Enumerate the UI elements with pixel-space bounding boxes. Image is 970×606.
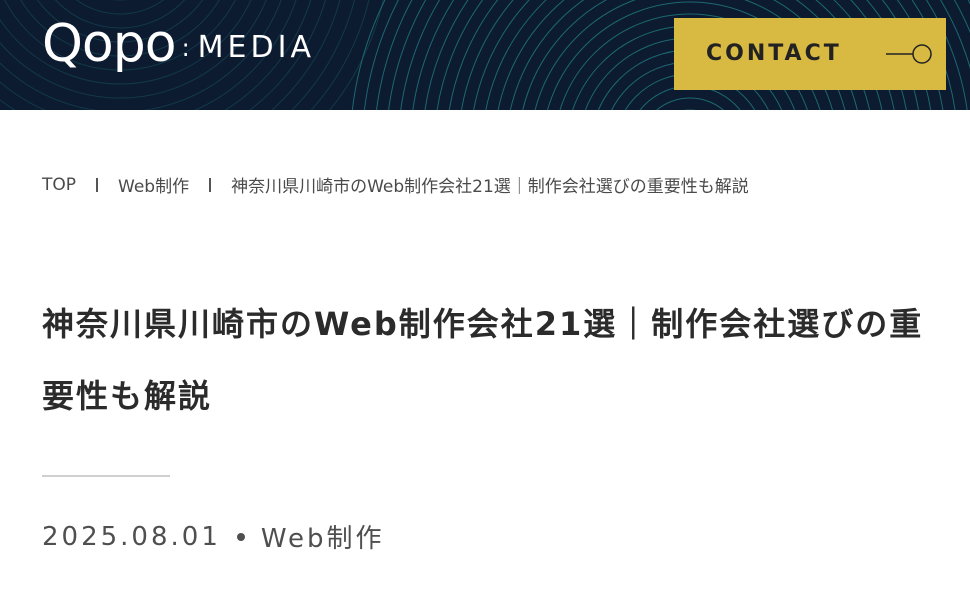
breadcrumb-item-current: 神奈川県川崎市のWeb制作会社21選｜制作会社選びの重要性も解説 <box>231 177 749 197</box>
logo-separator: : <box>181 34 190 62</box>
logo-wordmark: Qopo <box>42 14 177 74</box>
article-meta: 2025.08.01 Web制作 <box>42 518 385 555</box>
category-link[interactable]: Web制作 <box>261 518 385 555</box>
page-title: 神奈川県川崎市のWeb制作会社21選｜制作会社選びの重要性も解説 <box>42 305 924 415</box>
breadcrumb-separator <box>96 177 99 192</box>
breadcrumb-separator <box>209 177 212 192</box>
publish-date: 2025.08.01 <box>42 521 221 552</box>
logo-subtitle: MEDIA <box>197 30 315 65</box>
breadcrumb-item-web[interactable]: Web制作 <box>118 172 189 197</box>
arrow-circle-icon <box>886 44 932 64</box>
site-header: Qopo : MEDIA CONTACT <box>0 0 970 110</box>
title-divider <box>42 475 170 477</box>
meta-separator-dot <box>236 532 245 541</box>
breadcrumb-item-top[interactable]: TOP <box>42 175 76 195</box>
breadcrumb: TOP Web制作 神奈川県川崎市のWeb制作会社21選｜制作会社選びの重要性も… <box>42 172 749 198</box>
contact-button-label: CONTACT <box>706 41 842 66</box>
site-logo[interactable]: Qopo : MEDIA <box>42 18 315 70</box>
contact-button[interactable]: CONTACT <box>674 18 946 90</box>
